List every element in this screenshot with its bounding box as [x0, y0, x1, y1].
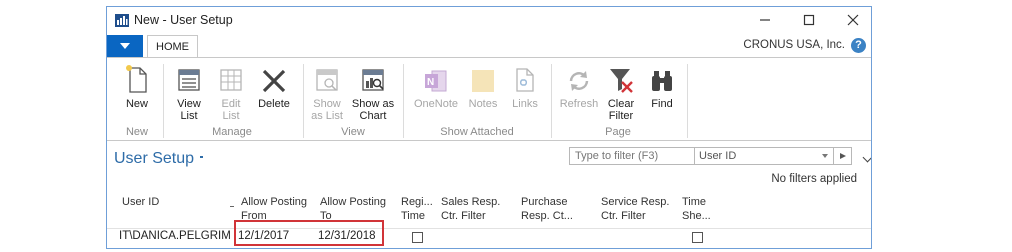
column-header-allow-posting-to[interactable]: Allow Posting To: [320, 195, 386, 223]
onenote-button[interactable]: N OneNote: [411, 62, 461, 110]
register-time-checkbox[interactable]: [412, 232, 423, 243]
svg-text:N: N: [427, 77, 434, 88]
tab-home[interactable]: HOME: [147, 35, 198, 57]
maximize-button[interactable]: [791, 9, 827, 31]
time-sheet-checkbox[interactable]: [692, 232, 703, 243]
show-as-chart-button[interactable]: Show as Chart: [349, 62, 397, 122]
group-label-view: View: [341, 126, 365, 138]
edit-list-label: Edit List: [221, 98, 241, 122]
arrow-right-icon: [839, 153, 846, 159]
sort-indicator-icon: [230, 206, 234, 207]
filter-input[interactable]: Type to filter (F3): [569, 147, 695, 165]
binoculars-icon: [652, 71, 672, 91]
group-label-manage: Manage: [212, 126, 252, 138]
highlight-annotation: [234, 220, 384, 246]
links-icon: [516, 68, 534, 92]
filter-field-select[interactable]: User ID: [694, 147, 834, 165]
clear-filter-icon: [610, 69, 633, 93]
title-bar: New - User Setup: [107, 7, 871, 34]
ribbon-separator: [163, 64, 164, 138]
ribbon: New New View List Edit List Delete Manag…: [107, 57, 871, 141]
delete-icon: [262, 69, 286, 93]
delete-label: Delete: [258, 98, 290, 110]
filter-field-value: User ID: [699, 150, 737, 162]
column-header-register-time[interactable]: Regi... Time: [401, 195, 433, 223]
ribbon-separator: [551, 64, 552, 138]
column-header-service-resp-ctr-filter[interactable]: Service Resp. Ctr. Filter: [601, 195, 669, 223]
ribbon-separator: [303, 64, 304, 138]
refresh-label: Refresh: [559, 98, 599, 110]
delete-button[interactable]: Delete: [254, 62, 294, 110]
column-header-allow-posting-from[interactable]: Allow Posting From: [241, 195, 307, 223]
links-button[interactable]: Links: [507, 62, 543, 110]
show-as-chart-icon: [362, 69, 384, 91]
group-label-new: New: [125, 126, 148, 138]
links-label: Links: [512, 98, 538, 110]
view-list-label: View List: [177, 98, 201, 122]
close-button[interactable]: [835, 9, 871, 31]
page-title-menu-icon[interactable]: [200, 156, 203, 158]
column-header-purchase-resp-ctr[interactable]: Purchase Resp. Ct...: [521, 195, 573, 223]
column-header-user-id[interactable]: User ID: [122, 195, 159, 209]
minimize-button[interactable]: [747, 9, 783, 31]
table-header-divider: [107, 228, 871, 229]
onenote-label: OneNote: [413, 98, 459, 110]
new-document-icon: [126, 65, 147, 93]
edit-list-icon: [220, 69, 242, 91]
apply-filter-button[interactable]: [834, 147, 852, 165]
notes-button[interactable]: Notes: [465, 62, 501, 110]
show-as-list-label: Show as List: [311, 98, 343, 122]
column-header-time-sheet[interactable]: Time She...: [682, 195, 711, 223]
minimize-icon: [760, 19, 770, 21]
refresh-icon: [569, 71, 589, 91]
new-button-label: New: [125, 98, 148, 110]
group-label-show-attached: Show Attached: [440, 126, 514, 138]
view-list-icon: [178, 69, 200, 91]
ribbon-tabs: HOME CRONUS USA, Inc. ?: [107, 35, 871, 57]
application-menu-button[interactable]: [107, 35, 143, 57]
show-as-list-button[interactable]: Show as List: [309, 62, 345, 122]
chevron-down-icon: [822, 154, 828, 158]
edit-list-button[interactable]: Edit List: [213, 62, 249, 122]
page-title[interactable]: User Setup: [114, 150, 194, 168]
column-header-sales-resp-ctr-filter[interactable]: Sales Resp. Ctr. Filter: [441, 195, 500, 223]
clear-filter-button[interactable]: Clear Filter: [603, 62, 639, 122]
show-as-list-icon: [316, 69, 338, 91]
ribbon-separator: [687, 64, 688, 138]
notes-icon: [472, 70, 494, 92]
app-icon: [115, 14, 129, 27]
new-button[interactable]: New: [119, 62, 155, 110]
help-icon[interactable]: ?: [851, 38, 866, 53]
company-name[interactable]: CRONUS USA, Inc.: [743, 39, 845, 51]
close-icon: [847, 14, 859, 26]
clear-filter-label: Clear Filter: [607, 98, 635, 122]
window-title: New - User Setup: [134, 13, 233, 27]
refresh-button[interactable]: Refresh: [557, 62, 601, 110]
find-button[interactable]: Find: [645, 62, 679, 110]
ribbon-separator: [403, 64, 404, 138]
find-label: Find: [651, 98, 673, 110]
notes-label: Notes: [468, 98, 498, 110]
group-label-page: Page: [605, 126, 631, 138]
user-setup-window: New - User Setup HOME CRONUS USA, Inc. ?: [106, 6, 872, 249]
table-cell-user-id[interactable]: IT\DANICA.PELGRIM: [119, 230, 231, 242]
view-list-button[interactable]: View List: [171, 62, 207, 122]
collapse-chevron-icon[interactable]: [862, 152, 871, 163]
show-as-chart-label: Show as Chart: [351, 98, 395, 122]
no-filters-text: No filters applied: [771, 173, 857, 185]
maximize-icon: [803, 14, 815, 26]
onenote-icon: N: [425, 70, 447, 92]
chevron-down-icon: [120, 43, 130, 49]
